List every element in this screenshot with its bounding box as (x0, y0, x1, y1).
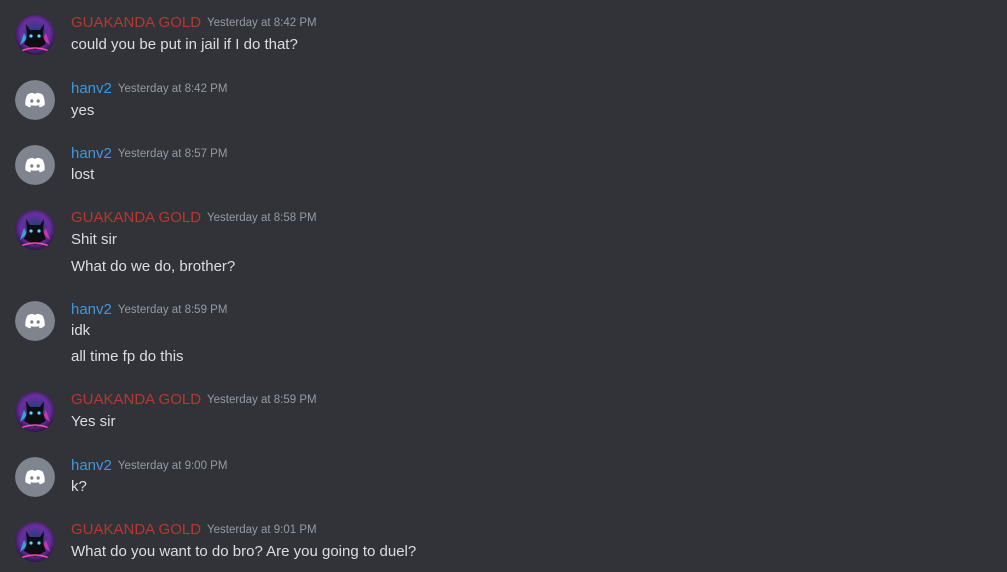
message-text: lost (71, 166, 95, 183)
timestamp[interactable]: Yesterday at 9:01 PM (207, 524, 317, 536)
timestamp[interactable]: Yesterday at 8:58 PM (207, 212, 317, 224)
panther-avatar-icon (15, 392, 55, 432)
message-text: could you be put in jail if I do that? (71, 36, 298, 53)
discord-logo-icon (15, 80, 55, 120)
timestamp[interactable]: Yesterday at 8:59 PM (207, 394, 317, 406)
timestamp[interactable]: Yesterday at 8:59 PM (118, 304, 228, 316)
message-text: yes (71, 102, 95, 119)
username[interactable]: hanv2 (71, 457, 112, 474)
discord-logo-icon (15, 145, 55, 185)
username[interactable]: hanv2 (71, 301, 112, 318)
message-text: What do we do, brother? (71, 258, 236, 275)
username[interactable]: GUAKANDA GOLD (71, 209, 201, 226)
discord-logo-icon (15, 301, 55, 341)
message-header: hanv2 Yesterday at 9:00 PM (71, 457, 227, 476)
message-header: hanv2 Yesterday at 8:57 PM (71, 145, 227, 164)
timestamp[interactable]: Yesterday at 8:57 PM (118, 148, 228, 160)
avatar[interactable] (15, 145, 55, 185)
chat-message-list: GUAKANDA GOLD Yesterday at 8:42 PM could … (0, 0, 1007, 572)
avatar[interactable] (15, 15, 55, 55)
message-header: GUAKANDA GOLD Yesterday at 8:59 PM (71, 391, 317, 410)
message-text: k? (71, 478, 87, 495)
username[interactable]: GUAKANDA GOLD (71, 521, 201, 538)
panther-avatar-icon (15, 210, 55, 250)
timestamp[interactable]: Yesterday at 9:00 PM (118, 460, 228, 472)
panther-avatar-icon (15, 522, 55, 562)
username[interactable]: hanv2 (71, 80, 112, 97)
timestamp[interactable]: Yesterday at 8:42 PM (118, 83, 228, 95)
message-text: Yes sir (71, 413, 116, 430)
message-header: GUAKANDA GOLD Yesterday at 9:01 PM (71, 521, 317, 540)
panther-avatar-icon (15, 15, 55, 55)
avatar[interactable] (15, 301, 55, 341)
message-header: hanv2 Yesterday at 8:59 PM (71, 301, 227, 320)
avatar[interactable] (15, 522, 55, 562)
username[interactable]: hanv2 (71, 145, 112, 162)
username[interactable]: GUAKANDA GOLD (71, 391, 201, 408)
discord-logo-icon (15, 457, 55, 497)
message-text: What do you want to do bro? Are you goin… (71, 543, 417, 560)
avatar[interactable] (15, 392, 55, 432)
timestamp[interactable]: Yesterday at 8:42 PM (207, 17, 317, 29)
message-text: idk (71, 322, 91, 339)
username[interactable]: GUAKANDA GOLD (71, 14, 201, 31)
message-header: GUAKANDA GOLD Yesterday at 8:58 PM (71, 209, 317, 228)
message-text: all time fp do this (71, 348, 184, 365)
avatar[interactable] (15, 457, 55, 497)
message-header: hanv2 Yesterday at 8:42 PM (71, 80, 227, 99)
message-header: GUAKANDA GOLD Yesterday at 8:42 PM (71, 14, 317, 33)
avatar[interactable] (15, 210, 55, 250)
avatar[interactable] (15, 80, 55, 120)
message-text: Shit sir (71, 231, 117, 248)
